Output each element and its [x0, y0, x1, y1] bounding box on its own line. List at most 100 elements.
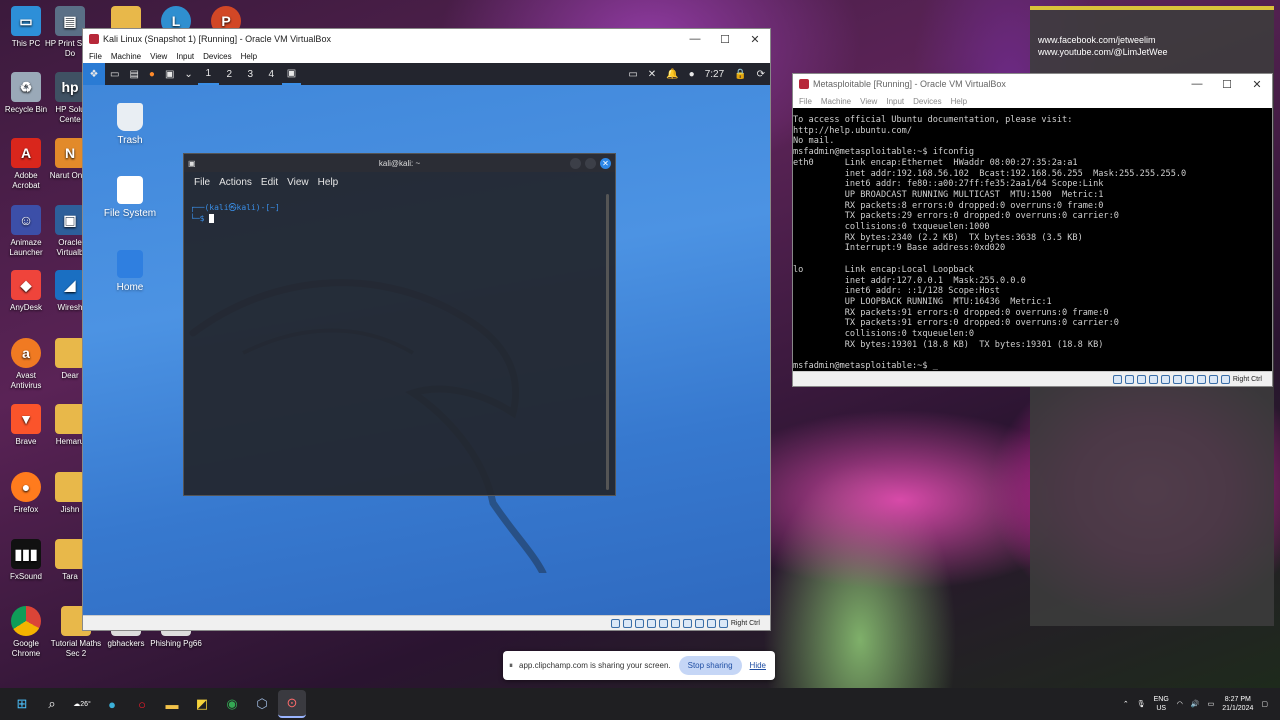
- kali-desktop-trash[interactable]: Trash: [95, 103, 165, 146]
- audio-status-icon[interactable]: [1136, 374, 1146, 384]
- network-status-icon[interactable]: [646, 618, 656, 628]
- search-icon[interactable]: ⌕: [38, 690, 66, 718]
- taskbar-clock[interactable]: 8:27 PM 21/1/2024: [1222, 695, 1253, 713]
- workspace-1[interactable]: 1: [197, 63, 219, 85]
- desktop-icon-google-chrome[interactable]: Google Chrome: [0, 606, 52, 659]
- workspace-2[interactable]: 2: [219, 63, 240, 85]
- terminal-titlebar[interactable]: ▣ kali@kali: ~ ✕: [184, 154, 615, 172]
- kali-menu-icon[interactable]: ❖: [83, 63, 105, 85]
- terminal-menu-edit[interactable]: Edit: [261, 177, 278, 188]
- panel-clock[interactable]: 7:27: [700, 63, 729, 85]
- shared-folder-status-icon[interactable]: [1172, 374, 1182, 384]
- close-button[interactable]: ✕: [1242, 78, 1272, 91]
- metasploitable-virtualbox-window[interactable]: Metasploitable [Running] - Oracle VM Vir…: [792, 73, 1273, 387]
- firefox-icon[interactable]: ●: [144, 63, 160, 85]
- menu-file[interactable]: File: [799, 97, 812, 106]
- cpu-status-icon[interactable]: [1208, 374, 1218, 384]
- menu-input[interactable]: Input: [176, 52, 194, 61]
- terminal-output[interactable]: ┌──(kali㉿kali)-[~] └─$: [190, 202, 280, 224]
- kali-window-titlebar[interactable]: Kali Linux (Snapshot 1) [Running] - Orac…: [83, 29, 770, 49]
- youtube-link[interactable]: www.youtube.com/@LimJetWee: [1038, 46, 1274, 58]
- minimize-button[interactable]: —: [1182, 78, 1212, 91]
- network-status-icon[interactable]: [1148, 374, 1158, 384]
- file-manager-icon[interactable]: ▤: [124, 63, 143, 85]
- kali-virtualbox-window[interactable]: Kali Linux (Snapshot 1) [Running] - Orac…: [82, 28, 771, 631]
- clipchamp-icon[interactable]: ⊙: [278, 690, 306, 718]
- menu-view[interactable]: View: [150, 52, 167, 61]
- chevron-up-icon[interactable]: ⌃: [1123, 700, 1129, 708]
- menu-devices[interactable]: Devices: [913, 97, 941, 106]
- workspace-4[interactable]: 4: [261, 63, 282, 85]
- display-icon[interactable]: ▭: [623, 63, 642, 85]
- logout-icon[interactable]: ⟳: [752, 63, 770, 85]
- menu-input[interactable]: Input: [886, 97, 904, 106]
- mute-icon[interactable]: ✕: [643, 63, 661, 85]
- mouse-integration-icon[interactable]: [718, 618, 728, 628]
- workspace-3[interactable]: 3: [240, 63, 261, 85]
- cpu-status-icon[interactable]: [706, 618, 716, 628]
- terminal-window[interactable]: ▣ kali@kali: ~ ✕ File Actions Edit View …: [183, 153, 616, 496]
- menu-file[interactable]: File: [89, 52, 102, 61]
- optical-status-icon[interactable]: [1124, 374, 1134, 384]
- volume-icon[interactable]: 🔊: [1191, 700, 1200, 708]
- terminal-scrollbar[interactable]: [606, 194, 609, 490]
- chrome-icon[interactable]: ◉: [218, 690, 246, 718]
- notification-bell-icon[interactable]: 🔔: [661, 63, 683, 85]
- maximize-button[interactable]: ☐: [710, 33, 740, 46]
- microphone-icon[interactable]: 🎙: [1137, 700, 1146, 708]
- metasploitable-console[interactable]: To access official Ubuntu documentation,…: [793, 108, 1272, 373]
- start-button[interactable]: ⊞: [8, 690, 36, 718]
- facebook-link[interactable]: www.facebook.com/jetweelim: [1038, 34, 1274, 46]
- menu-view[interactable]: View: [860, 97, 877, 106]
- kali-vm-screen[interactable]: ❖ ▭ ▤ ● ▣ ⌄ 1 2 3 4 ▣ ▭ ✕ 🔔 ● 7:27 🔒 ⟳ T…: [83, 63, 770, 616]
- recording-status-icon[interactable]: [694, 618, 704, 628]
- hide-button[interactable]: Hide: [750, 661, 766, 670]
- battery-icon[interactable]: ▭: [1208, 700, 1215, 708]
- file-explorer-icon[interactable]: ▬: [158, 690, 186, 718]
- menu-help[interactable]: Help: [241, 52, 257, 61]
- menu-machine[interactable]: Machine: [821, 97, 851, 106]
- hdd-status-icon[interactable]: [1112, 374, 1122, 384]
- chevron-down-icon[interactable]: ⌄: [179, 63, 197, 85]
- maximize-button[interactable]: ☐: [1212, 78, 1242, 91]
- mouse-integration-icon[interactable]: [1220, 374, 1230, 384]
- terminal-menu-help[interactable]: Help: [318, 177, 339, 188]
- stop-sharing-button[interactable]: Stop sharing: [678, 656, 742, 675]
- hdd-status-icon[interactable]: [610, 618, 620, 628]
- usb-status-icon[interactable]: [658, 618, 668, 628]
- wifi-icon[interactable]: ◠: [1177, 700, 1183, 708]
- sticky-notes-icon[interactable]: ◩: [188, 690, 216, 718]
- terminal-menu-view[interactable]: View: [287, 177, 309, 188]
- audio-status-icon[interactable]: [634, 618, 644, 628]
- minimize-button[interactable]: —: [680, 33, 710, 46]
- taskbar-terminal-button[interactable]: ▣: [281, 63, 302, 85]
- kali-desktop-file-system[interactable]: File System: [95, 176, 165, 219]
- meta-window-titlebar[interactable]: Metasploitable [Running] - Oracle VM Vir…: [793, 74, 1272, 94]
- pause-icon[interactable]: ⏸: [509, 661, 513, 671]
- virtualbox-taskbar-icon[interactable]: ⬡: [248, 690, 276, 718]
- optical-status-icon[interactable]: [622, 618, 632, 628]
- recording-status-icon[interactable]: [1196, 374, 1206, 384]
- display-status-icon[interactable]: [1184, 374, 1194, 384]
- menu-help[interactable]: Help: [951, 97, 967, 106]
- power-manager-icon[interactable]: ●: [684, 63, 700, 85]
- terminal-launcher-icon[interactable]: ▣: [160, 63, 179, 85]
- terminal-menu-file[interactable]: File: [194, 177, 210, 188]
- terminal-menu-actions[interactable]: Actions: [219, 177, 252, 188]
- terminal-maximize-button[interactable]: [585, 157, 596, 169]
- lock-icon[interactable]: 🔒: [729, 63, 751, 85]
- shared-folder-status-icon[interactable]: [670, 618, 680, 628]
- kali-desktop-home[interactable]: Home: [95, 250, 165, 293]
- menu-machine[interactable]: Machine: [111, 52, 141, 61]
- notification-center-icon[interactable]: ▢: [1261, 700, 1268, 708]
- show-desktop-icon[interactable]: ▭: [105, 63, 124, 85]
- edge-icon[interactable]: ●: [98, 690, 126, 718]
- display-status-icon[interactable]: [682, 618, 692, 628]
- opera-icon[interactable]: ○: [128, 690, 156, 718]
- terminal-close-button[interactable]: ✕: [600, 157, 611, 169]
- language-indicator[interactable]: ENG US: [1154, 695, 1169, 713]
- menu-devices[interactable]: Devices: [203, 52, 231, 61]
- usb-status-icon[interactable]: [1160, 374, 1170, 384]
- weather-widget[interactable]: ☁ 26°: [68, 690, 96, 718]
- terminal-minimize-button[interactable]: [570, 157, 581, 169]
